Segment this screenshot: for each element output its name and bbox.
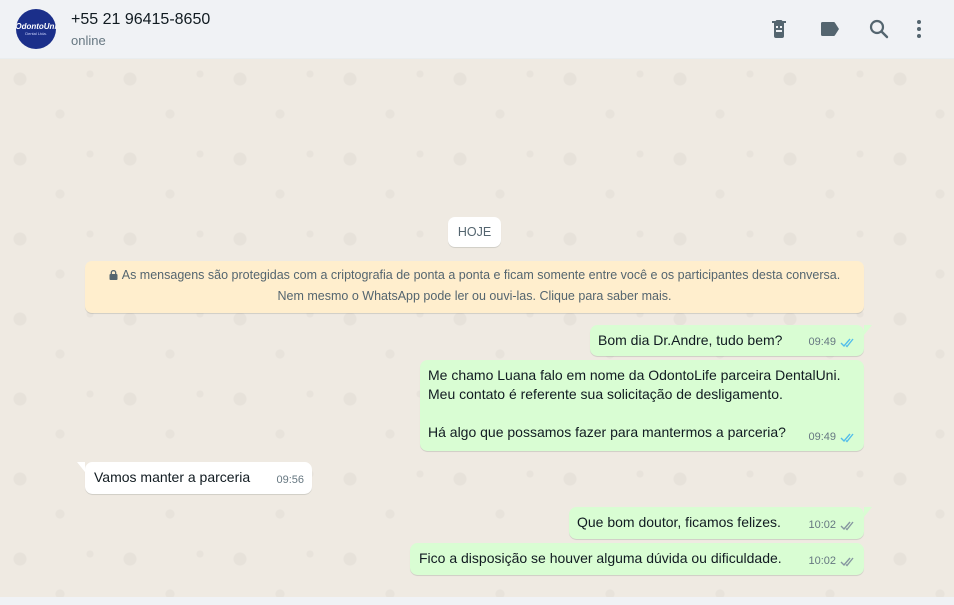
message-bubble-outgoing[interactable]: Fico a disposição se houver alguma dúvid… <box>410 543 864 575</box>
menu-icon[interactable] <box>907 17 931 41</box>
message-time: 09:49 <box>808 336 836 348</box>
message-meta: 09:56 <box>276 471 304 490</box>
chat-header: OdontoUni Dental Ltda. +55 21 96415-8650… <box>0 0 954 59</box>
message-meta: 10:02 <box>808 516 856 535</box>
date-chip: HOJE <box>448 217 501 247</box>
message-meta: 09:49 <box>808 333 856 352</box>
contact-name[interactable]: +55 21 96415-8650 <box>71 11 210 29</box>
contact-avatar[interactable]: OdontoUni Dental Ltda. <box>16 9 56 49</box>
message-bubble-outgoing[interactable]: Bom dia Dr.Andre, tudo bem? 09:49 <box>590 325 872 356</box>
message-text: Que bom doutor, ficamos felizes. <box>577 514 781 530</box>
message-text: Fico a disposição se houver alguma dúvid… <box>419 550 782 566</box>
message-bubble-outgoing[interactable]: Que bom doutor, ficamos felizes. 10:02 <box>569 507 872 539</box>
lock-icon <box>109 270 118 280</box>
contact-status: online <box>71 33 106 48</box>
bubble-tail <box>864 325 872 335</box>
encryption-notice-text: As mensagens são protegidas com a cripto… <box>121 268 841 303</box>
message-text: Vamos manter a parceria <box>94 469 251 485</box>
label-icon[interactable] <box>818 17 842 41</box>
message-meta: 10:02 <box>808 552 856 571</box>
bubble-tail <box>864 507 872 517</box>
message-text: Me chamo Luana falo em nome da OdontoLif… <box>428 367 841 440</box>
message-bubble-outgoing[interactable]: Me chamo Luana falo em nome da OdontoLif… <box>420 360 864 451</box>
delivered-double-check-icon <box>840 521 854 531</box>
message-time: 10:02 <box>808 519 836 531</box>
encryption-notice[interactable]: As mensagens são protegidas com a cripto… <box>85 261 864 313</box>
bubble-tail <box>77 462 85 472</box>
message-meta: 09:49 <box>808 428 856 447</box>
avatar-subtitle: Dental Ltda. <box>25 31 47 36</box>
message-time: 09:49 <box>808 431 836 443</box>
message-time: 09:56 <box>276 474 304 486</box>
message-pane[interactable]: HOJE As mensagens são protegidas com a c… <box>0 59 954 597</box>
read-double-check-icon <box>840 433 854 443</box>
message-bubble-incoming[interactable]: Vamos manter a parceria 09:56 <box>77 462 312 494</box>
read-double-check-icon <box>840 338 854 348</box>
delete-chat-icon[interactable] <box>767 17 791 41</box>
search-icon[interactable] <box>867 17 891 41</box>
message-text: Bom dia Dr.Andre, tudo bem? <box>598 332 783 348</box>
footer-strip <box>0 597 954 605</box>
message-time: 10:02 <box>808 555 836 567</box>
avatar-brand: OdontoUni <box>16 22 56 31</box>
delivered-double-check-icon <box>840 557 854 567</box>
